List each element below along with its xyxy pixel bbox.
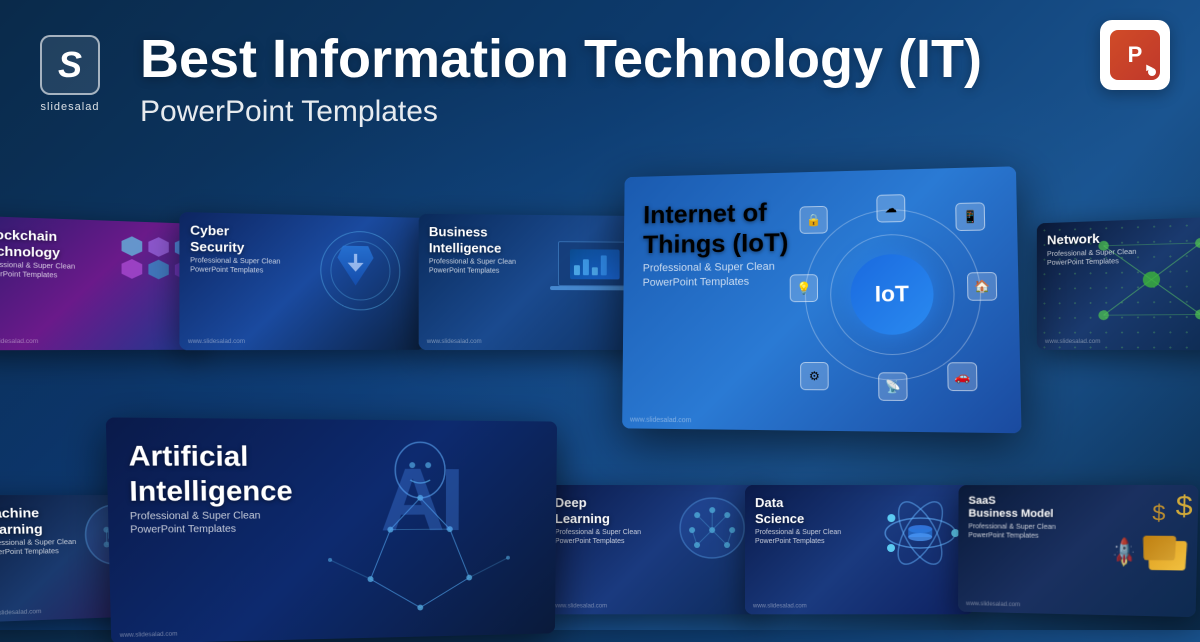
- ai-watermark-text: AI: [380, 450, 460, 552]
- iot-diagram: IoT ☁ 📱 🏠 🚗 📡 ⚙ 💡 🔒: [789, 187, 999, 402]
- iot-icon-device1: 📱: [955, 202, 985, 231]
- bi-title: BusinessIntelligence: [429, 224, 516, 256]
- slide-artificial-intelligence[interactable]: AI ArtificialIntelligence Professional &…: [106, 417, 557, 642]
- ai-label: ArtificialIntelligence Professional & Su…: [128, 439, 293, 537]
- ml-label: MachineLearning Professional & Super Cle…: [0, 505, 77, 558]
- logo-name: slidesalad: [41, 101, 100, 113]
- saas-visual: $ $ 🚀: [1080, 490, 1193, 582]
- saas-title: SaaSBusiness Model: [968, 495, 1056, 521]
- ppt-p-letter: P: [1128, 42, 1143, 68]
- ml-subtitle: Professional & Super CleanPowerPoint Tem…: [0, 538, 77, 558]
- iot-icon-device3: 🚗: [947, 362, 977, 391]
- cyber-title: CyberSecurity: [190, 222, 280, 255]
- dl-subtitle: Professional & Super CleanPowerPoint Tem…: [555, 528, 641, 546]
- saas-watermark: www.slidesalad.com: [966, 601, 1020, 608]
- iot-icon-device6: 💡: [790, 274, 818, 302]
- dl-label: DeepLearning Professional & Super CleanP…: [555, 495, 641, 546]
- iot-icon-device7: 🔒: [799, 206, 827, 234]
- blockchain-watermark: www.slidesalad.com: [0, 339, 38, 345]
- blockchain-label: BlockchainTechnology Professional & Supe…: [0, 226, 75, 281]
- network-subtitle: Professional & Super CleanPowerPoint Tem…: [1047, 247, 1136, 267]
- sub-title: PowerPoint Templates: [140, 95, 1160, 129]
- ds-watermark: www.slidesalad.com: [753, 603, 807, 609]
- network-title: Network: [1047, 230, 1136, 248]
- iot-icon-cloud: ☁: [876, 194, 905, 222]
- iot-watermark: www.slidesalad.com: [630, 417, 691, 425]
- bi-label: BusinessIntelligence Professional & Supe…: [429, 224, 516, 276]
- slide-data-science[interactable]: DataScience Professional & Super CleanPo…: [745, 485, 976, 614]
- dl-watermark: www.slidesalad.com: [553, 603, 607, 609]
- slide-iot[interactable]: Internet ofThings (IoT) Professional & S…: [622, 166, 1021, 433]
- slide-blockchain[interactable]: BlockchainTechnology Professional & Supe…: [0, 216, 203, 351]
- cyber-label: CyberSecurity Professional & Super Clean…: [190, 222, 280, 276]
- network-label: Network Professional & Super CleanPowerP…: [1047, 230, 1136, 268]
- dl-title: DeepLearning: [555, 495, 641, 526]
- iot-label: Internet ofThings (IoT) Professional & S…: [643, 197, 789, 290]
- slide-cyber[interactable]: CyberSecurity Professional & Super Clean…: [179, 212, 424, 350]
- ppt-dot: [1148, 68, 1156, 76]
- slide-deep-learning[interactable]: DeepLearning Professional & Super CleanP…: [545, 485, 766, 614]
- title-area: Best Information Technology (IT) PowerPo…: [140, 30, 1160, 129]
- ppt-icon-inner: P ►: [1110, 30, 1160, 80]
- iot-title: Internet ofThings (IoT): [643, 197, 789, 260]
- bi-watermark: www.slidesalad.com: [427, 339, 482, 345]
- ai-title: ArtificialIntelligence: [128, 439, 293, 509]
- cyber-subtitle: Professional & Super CleanPowerPoint Tem…: [190, 256, 280, 276]
- logo-box: S: [40, 35, 100, 95]
- iot-center-label: IoT: [850, 254, 934, 335]
- ds-subtitle: Professional & Super CleanPowerPoint Tem…: [755, 528, 841, 546]
- iot-icon-device2: 🏠: [967, 272, 997, 301]
- ds-label: DataScience Professional & Super CleanPo…: [755, 495, 841, 546]
- header: S slidesalad Best Information Technology…: [0, 0, 1200, 220]
- ds-title: DataScience: [755, 495, 841, 526]
- ai-subtitle: Professional & Super CleanPowerPoint Tem…: [130, 509, 293, 537]
- slide-network[interactable]: Network Professional & Super CleanPowerP…: [1037, 216, 1200, 350]
- saas-subtitle: Professional & Super CleanPowerPoint Tem…: [968, 523, 1055, 542]
- logo-area: S slidesalad: [40, 35, 100, 113]
- logo-letter: S: [58, 44, 82, 86]
- powerpoint-icon-badge: P ►: [1100, 20, 1170, 90]
- iot-icon-device4: 📡: [878, 372, 908, 401]
- blockchain-title: BlockchainTechnology: [0, 226, 75, 260]
- ml-title: MachineLearning: [0, 505, 76, 537]
- iot-subtitle: Professional & Super CleanPowerPoint Tem…: [643, 260, 789, 290]
- main-title: Best Information Technology (IT): [140, 30, 1160, 89]
- iot-icon-device5: ⚙: [800, 362, 829, 390]
- slides-area: BlockchainTechnology Professional & Supe…: [0, 200, 1200, 630]
- blockchain-subtitle: Professional & Super CleanPowerPoint Tem…: [0, 261, 75, 281]
- saas-label: SaaSBusiness Model Professional & Super …: [968, 495, 1056, 541]
- bi-subtitle: Professional & Super CleanPowerPoint Tem…: [429, 257, 516, 276]
- cyber-visual: [315, 225, 405, 325]
- network-watermark: www.slidesalad.com: [1045, 339, 1101, 345]
- slide-saas-business-model[interactable]: $ $ 🚀 SaaSBusiness Model Professional & …: [958, 485, 1199, 617]
- cyber-watermark: www.slidesalad.com: [188, 339, 245, 345]
- ds-visual: [875, 493, 966, 573]
